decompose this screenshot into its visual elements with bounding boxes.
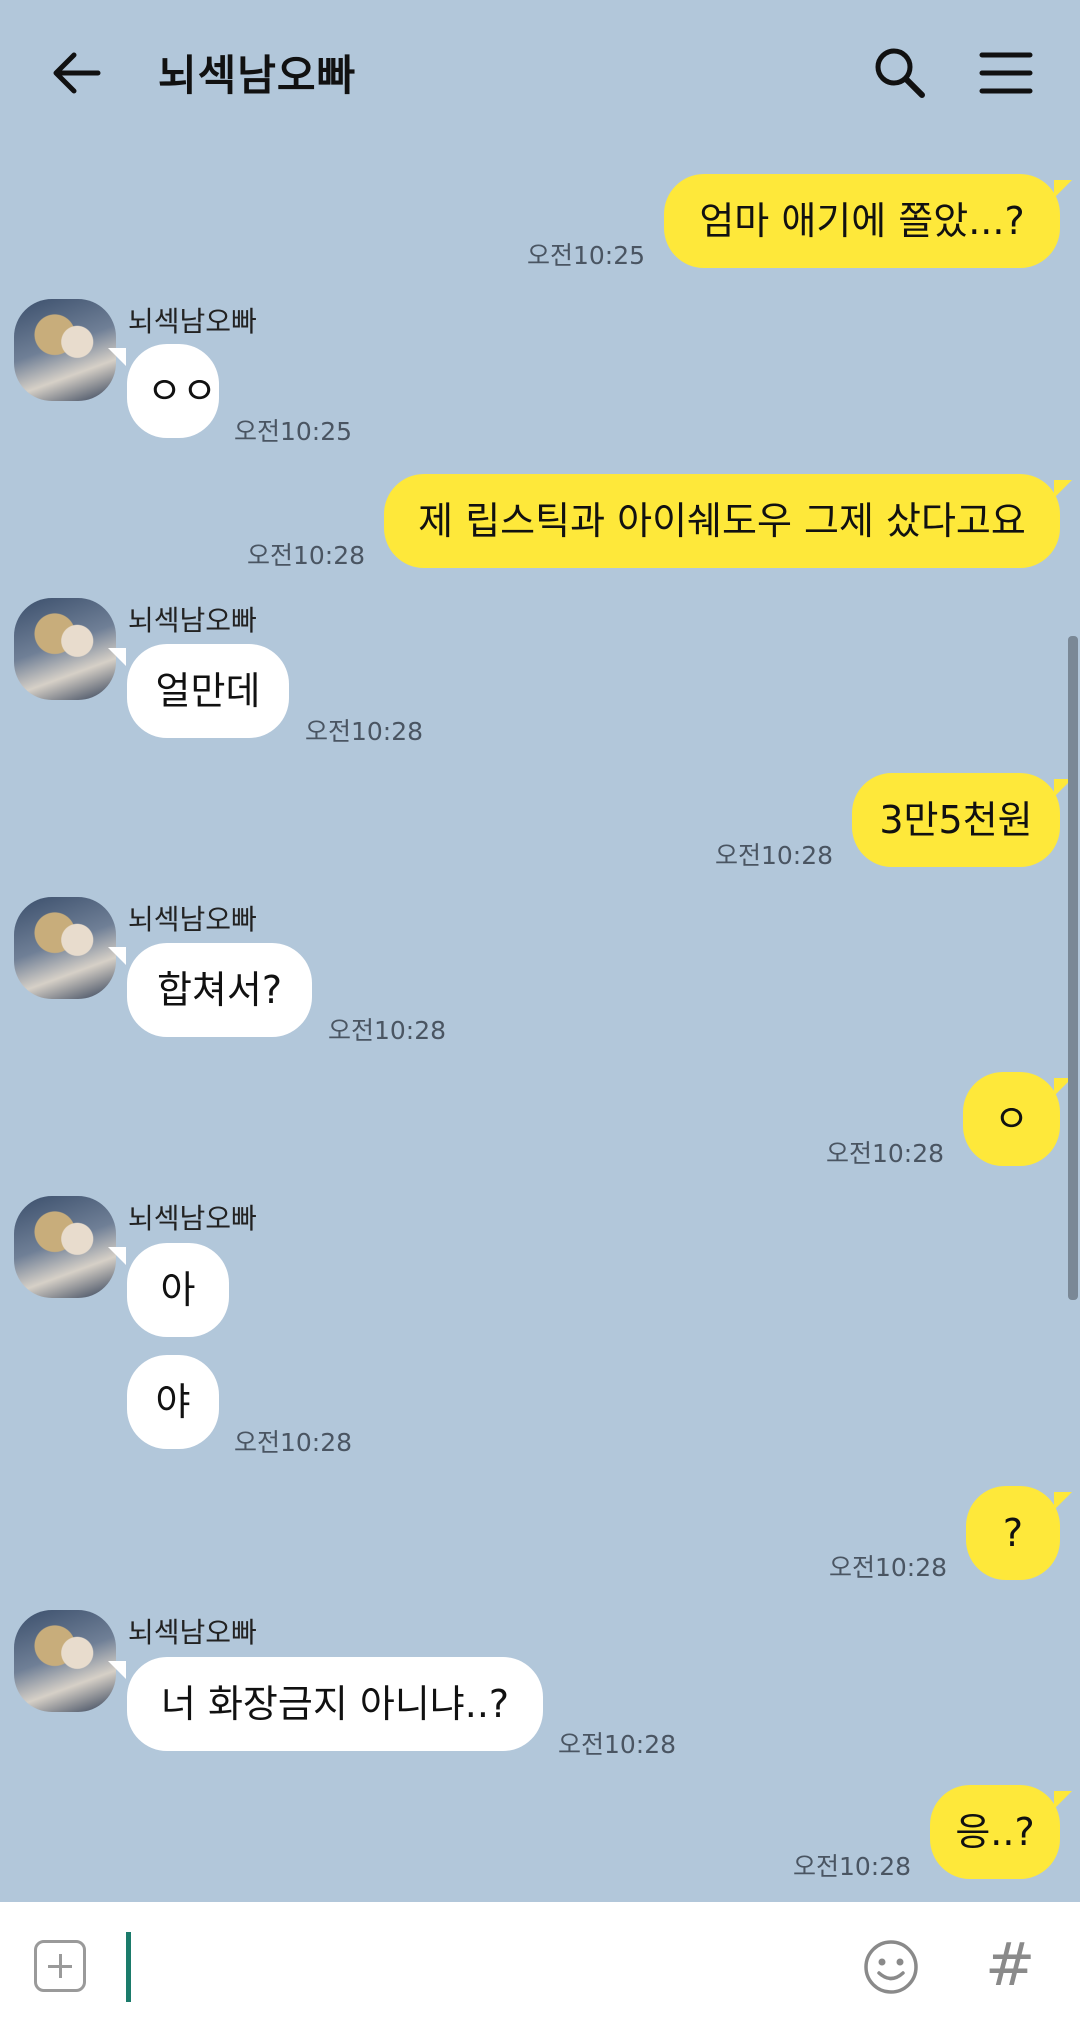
hashtag-button[interactable]: #	[985, 1930, 1035, 2000]
message-time: 오전10:25	[234, 417, 353, 446]
sender-name: 뇌섹남오빠	[128, 604, 257, 637]
my-message-bubble[interactable]: 엄마 애기에 쫄았...?	[664, 174, 1060, 268]
bubble-tail	[1054, 480, 1072, 498]
my-message-bubble[interactable]: 응..?	[930, 1785, 1060, 1879]
avatar[interactable]	[14, 1610, 116, 1712]
message-time: 오전10:25	[527, 241, 646, 270]
sender-name: 뇌섹남오빠	[128, 1202, 257, 1235]
scrollbar[interactable]	[1068, 636, 1078, 1300]
other-message-bubble[interactable]: ㅇㅇ	[127, 344, 219, 438]
hamburger-menu-icon[interactable]	[978, 45, 1034, 101]
other-message-bubble[interactable]: 얼만데	[127, 644, 289, 738]
sender-name: 뇌섹남오빠	[128, 305, 257, 338]
avatar[interactable]	[14, 299, 116, 401]
message-time: 오전10:28	[305, 717, 424, 746]
my-message-bubble[interactable]: 3만5천원	[852, 773, 1060, 867]
message-input[interactable]	[140, 1932, 844, 2004]
my-message-bubble[interactable]: 제 립스틱과 아이쉐도우 그제 샀다고요	[384, 474, 1060, 568]
message-time: 오전10:28	[234, 1428, 353, 1457]
other-message-bubble[interactable]: 야	[127, 1355, 219, 1449]
chat-title: 뇌섹남오빠	[158, 51, 357, 100]
message-time: 오전10:28	[793, 1852, 912, 1881]
chat-header: 뇌섹남오빠	[0, 0, 1080, 150]
bubble-tail	[108, 1661, 126, 1679]
bubble-tail	[1054, 180, 1072, 198]
message-time: 오전10:28	[558, 1730, 677, 1759]
bubble-tail	[1054, 1492, 1072, 1510]
message-time: 오전10:28	[826, 1139, 945, 1168]
avatar[interactable]	[14, 897, 116, 999]
smiley-icon[interactable]	[862, 1938, 920, 1996]
bubble-tail	[108, 1247, 126, 1265]
plus-square-icon[interactable]	[34, 1940, 86, 1992]
arrow-left-icon[interactable]	[48, 45, 104, 101]
sender-name: 뇌섹남오빠	[128, 903, 257, 936]
bubble-tail	[108, 348, 126, 366]
other-message-bubble[interactable]: 아	[127, 1243, 229, 1337]
message-time: 오전10:28	[247, 541, 366, 570]
message-time: 오전10:28	[829, 1553, 948, 1582]
text-cursor	[126, 1932, 131, 2002]
bubble-tail	[108, 648, 126, 666]
message-time: 오전10:28	[715, 841, 834, 870]
my-message-bubble[interactable]: ?	[966, 1486, 1060, 1580]
sender-name: 뇌섹남오빠	[128, 1616, 257, 1649]
bubble-tail	[1054, 1791, 1072, 1809]
message-time: 오전10:28	[328, 1016, 447, 1045]
other-message-bubble[interactable]: 너 화장금지 아니냐..?	[127, 1657, 543, 1751]
other-message-bubble[interactable]: 합쳐서?	[127, 943, 312, 1037]
avatar[interactable]	[14, 598, 116, 700]
search-icon[interactable]	[872, 45, 928, 101]
message-list[interactable]: 엄마 애기에 쫄았...? 오전10:25 뇌섹남오빠 ㅇㅇ 오전10:25 제…	[0, 150, 1080, 1902]
avatar[interactable]	[14, 1196, 116, 1298]
message-input-bar: #	[0, 1902, 1080, 2031]
bubble-tail	[108, 947, 126, 965]
my-message-bubble[interactable]: ㅇ	[963, 1072, 1060, 1166]
